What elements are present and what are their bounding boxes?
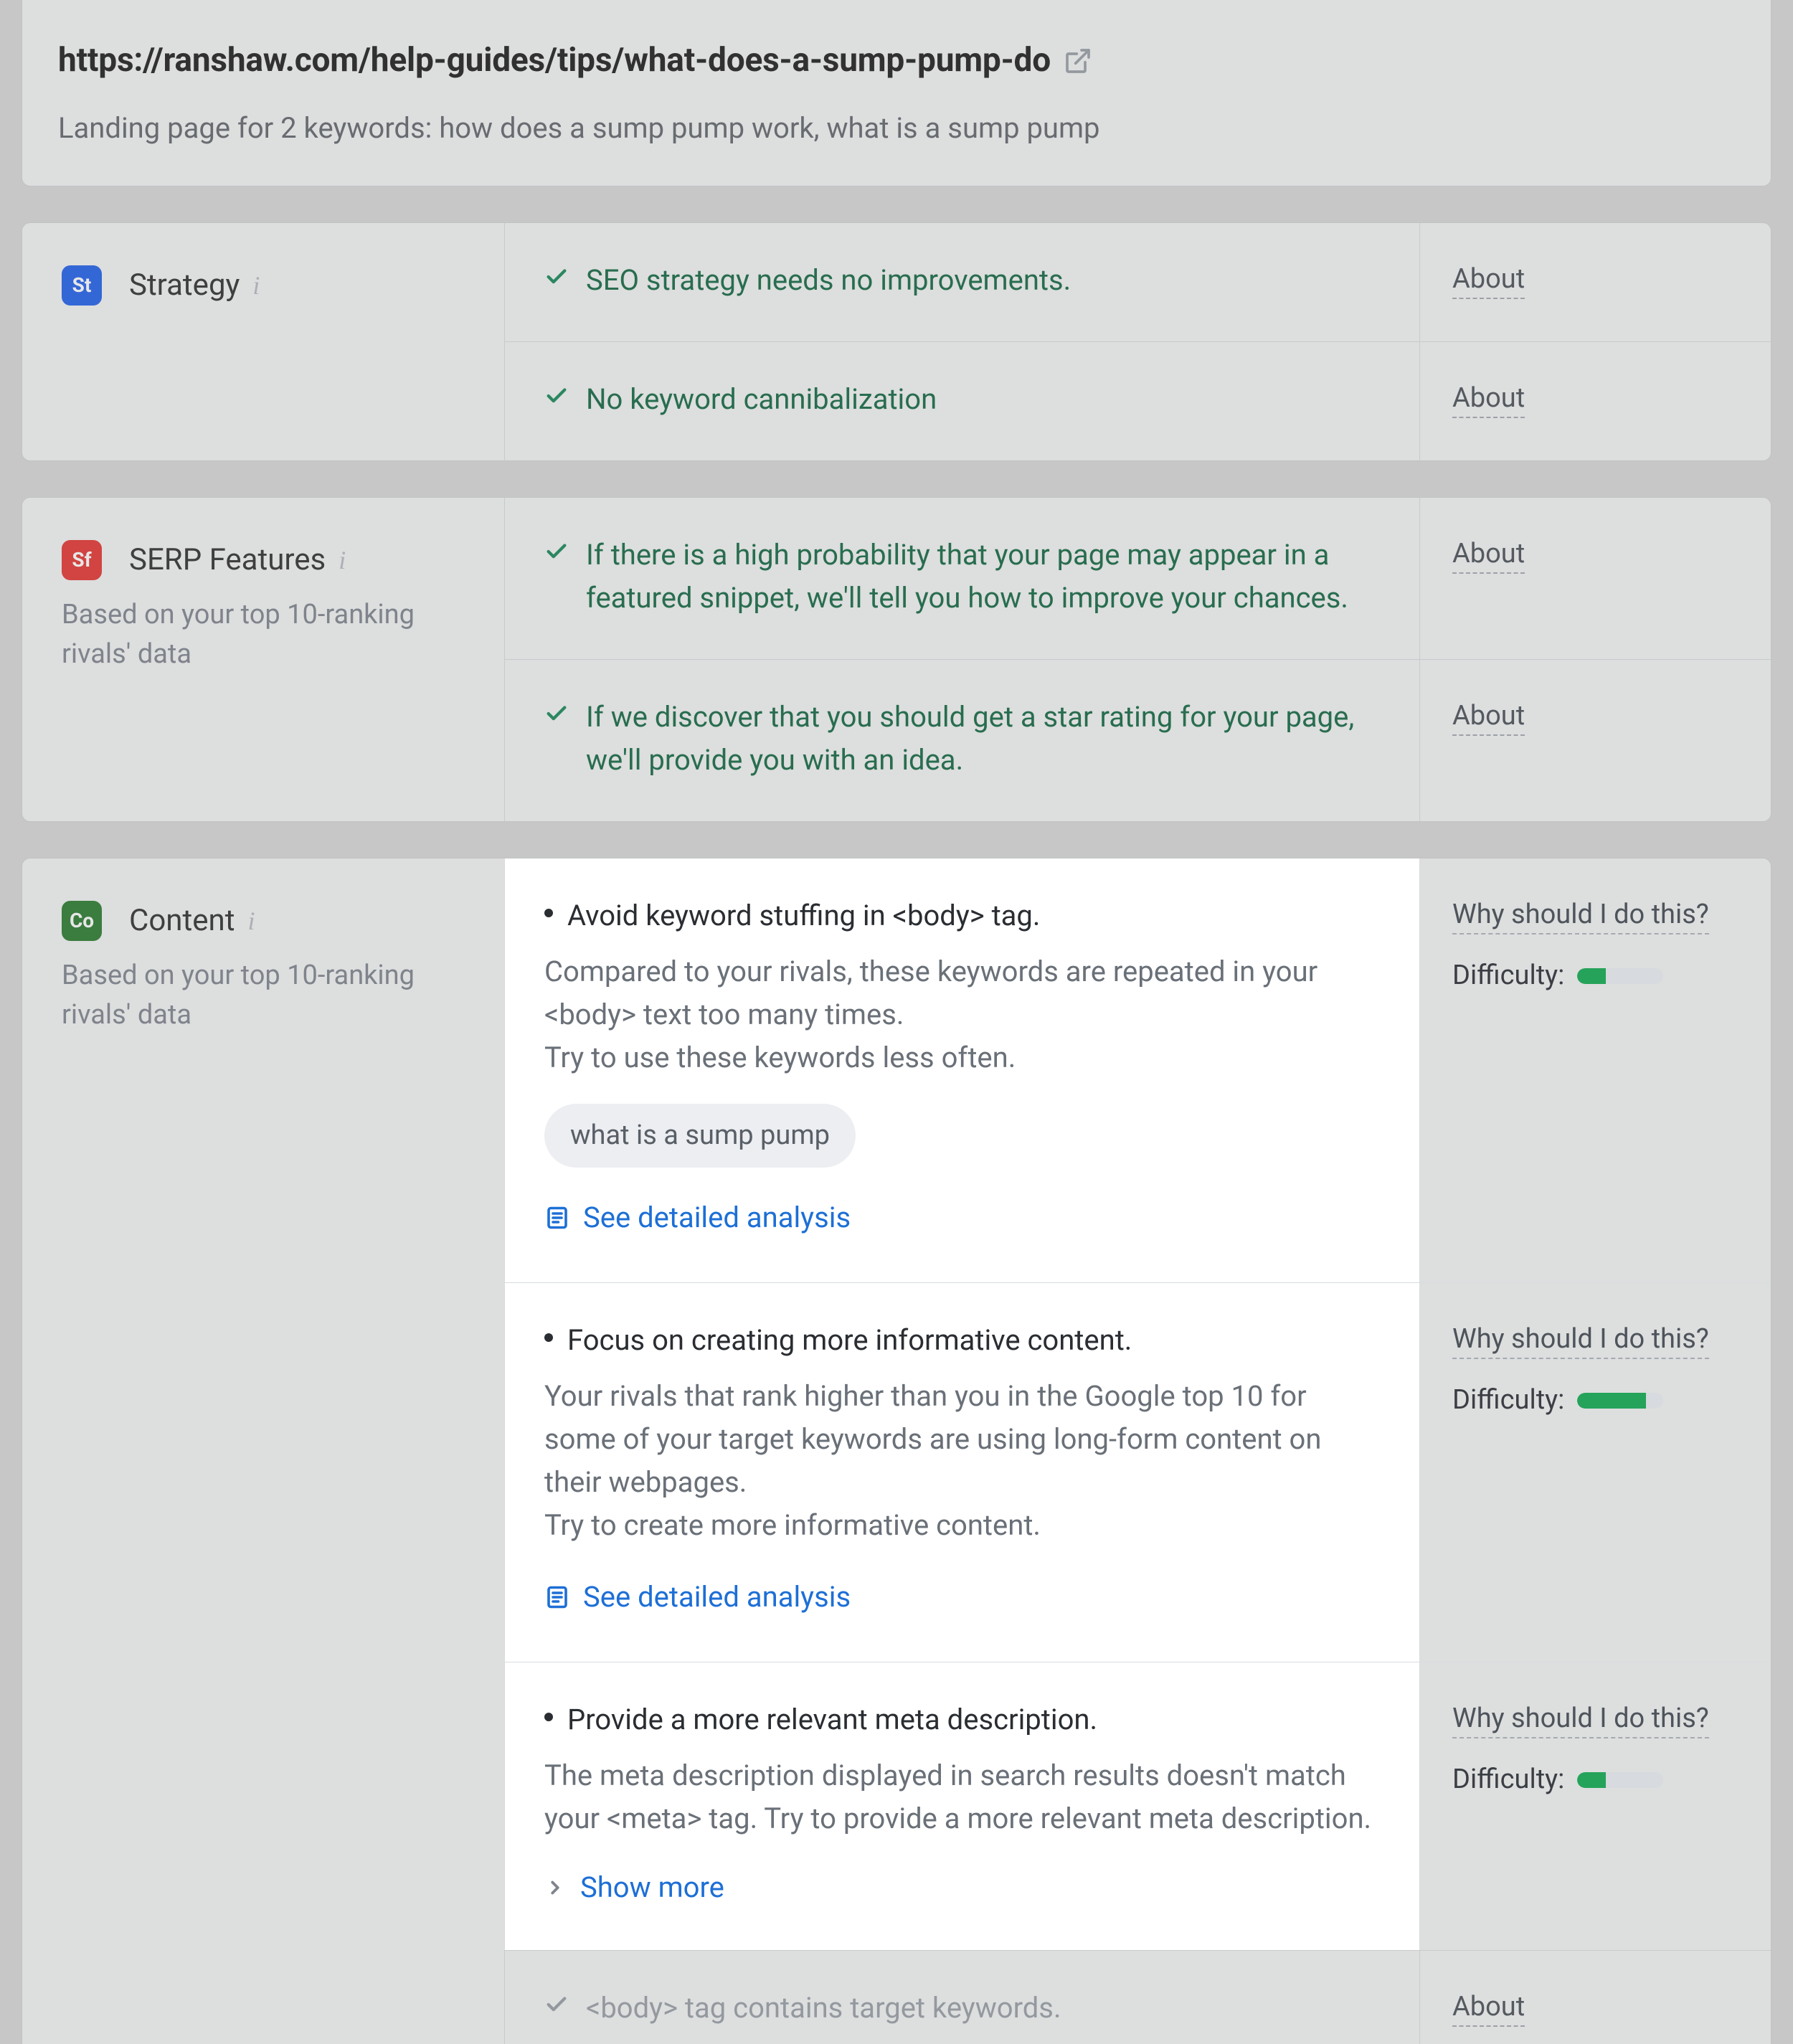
difficulty-indicator: Difficulty: — [1452, 1380, 1738, 1421]
see-detail-label: See detailed analysis — [583, 1576, 851, 1619]
check-icon — [544, 384, 569, 408]
check-icon — [544, 1992, 569, 2017]
check-icon — [544, 265, 569, 289]
info-icon[interactable]: i — [339, 541, 346, 579]
difficulty-bar — [1577, 968, 1663, 984]
see-detail-label: See detailed analysis — [583, 1196, 851, 1239]
content-recommendation-title: Focus on creating more informative conte… — [567, 1319, 1132, 1362]
serp-badge-icon: Sf — [62, 540, 102, 580]
bullet-icon — [544, 1333, 553, 1342]
serp-item-text: If we discover that you should get a sta… — [586, 696, 1380, 782]
content-recommendation-body: The meta description displayed in search… — [544, 1754, 1380, 1840]
content-recommendation: Focus on creating more informative conte… — [544, 1319, 1380, 1362]
difficulty-label: Difficulty: — [1452, 1380, 1564, 1421]
bullet-icon — [544, 1713, 553, 1721]
see-detailed-analysis-link[interactable]: See detailed analysis — [544, 1576, 851, 1619]
content-recommendation-body: Compared to your rivals, these keywords … — [544, 950, 1380, 1079]
check-icon — [544, 539, 569, 564]
section-title: SERP Features — [129, 537, 326, 582]
why-link[interactable]: Why should I do this? — [1452, 1323, 1709, 1359]
strategy-item-text: No keyword cannibalization — [586, 378, 937, 421]
section-content: Co Content i Based on your top 10-rankin… — [22, 858, 1771, 2044]
chevron-right-icon — [544, 1877, 566, 1898]
document-icon — [544, 1205, 570, 1231]
landing-header: https://ranshaw.com/help-guides/tips/wha… — [22, 0, 1771, 186]
show-more-toggle[interactable]: Show more — [544, 1866, 724, 1909]
bullet-icon — [544, 909, 553, 917]
difficulty-indicator: Difficulty: — [1452, 955, 1738, 996]
about-link[interactable]: About — [1452, 382, 1525, 418]
difficulty-indicator: Difficulty: — [1452, 1759, 1738, 1800]
content-recommendation-title: Avoid keyword stuffing in <body> tag. — [567, 894, 1040, 937]
content-recommendation: Provide a more relevant meta description… — [544, 1698, 1380, 1741]
serp-item: If we discover that you should get a sta… — [544, 696, 1380, 782]
difficulty-bar — [1577, 1772, 1663, 1788]
strategy-item-text: SEO strategy needs no improvements. — [586, 259, 1071, 302]
serp-item-text: If there is a high probability that your… — [586, 534, 1380, 620]
see-detailed-analysis-link[interactable]: See detailed analysis — [544, 1196, 851, 1239]
content-passed-item: <body> tag contains target keywords. — [544, 1987, 1380, 2030]
why-link[interactable]: Why should I do this? — [1452, 1703, 1709, 1738]
strategy-badge-icon: St — [62, 265, 102, 306]
section-strategy: St Strategy i SEO strategy needs no impr… — [22, 222, 1771, 461]
document-icon — [544, 1584, 570, 1610]
difficulty-label: Difficulty: — [1452, 955, 1564, 996]
section-subtitle: Based on your top 10-ranking rivals' dat… — [62, 595, 476, 674]
check-icon — [544, 701, 569, 726]
landing-subtitle: Landing page for 2 keywords: how does a … — [58, 107, 1735, 150]
content-recommendation: Avoid keyword stuffing in <body> tag. — [544, 894, 1380, 937]
about-link[interactable]: About — [1452, 538, 1525, 574]
difficulty-label: Difficulty: — [1452, 1759, 1564, 1800]
content-passed-text: <body> tag contains target keywords. — [586, 1987, 1061, 2030]
info-icon[interactable]: i — [252, 266, 260, 305]
about-link[interactable]: About — [1452, 1991, 1525, 2027]
content-recommendation-body: Your rivals that rank higher than you in… — [544, 1375, 1380, 1547]
section-title: Strategy — [129, 262, 240, 308]
section-title: Content — [129, 898, 235, 943]
external-link-icon[interactable] — [1064, 47, 1092, 75]
section-serp: Sf SERP Features i Based on your top 10-… — [22, 497, 1771, 822]
serp-item: If there is a high probability that your… — [544, 534, 1380, 620]
difficulty-bar — [1577, 1393, 1663, 1409]
content-badge-icon: Co — [62, 901, 102, 941]
keyword-chip[interactable]: what is a sump pump — [544, 1104, 856, 1168]
why-link[interactable]: Why should I do this? — [1452, 899, 1709, 935]
section-subtitle: Based on your top 10-ranking rivals' dat… — [62, 956, 476, 1035]
show-more-label: Show more — [580, 1866, 724, 1909]
content-recommendation-title: Provide a more relevant meta description… — [567, 1698, 1097, 1741]
strategy-item: SEO strategy needs no improvements. — [544, 259, 1380, 302]
about-link[interactable]: About — [1452, 263, 1525, 299]
strategy-item: No keyword cannibalization — [544, 378, 1380, 421]
info-icon[interactable]: i — [247, 902, 255, 940]
about-link[interactable]: About — [1452, 700, 1525, 736]
landing-url: https://ranshaw.com/help-guides/tips/wha… — [58, 36, 1051, 85]
